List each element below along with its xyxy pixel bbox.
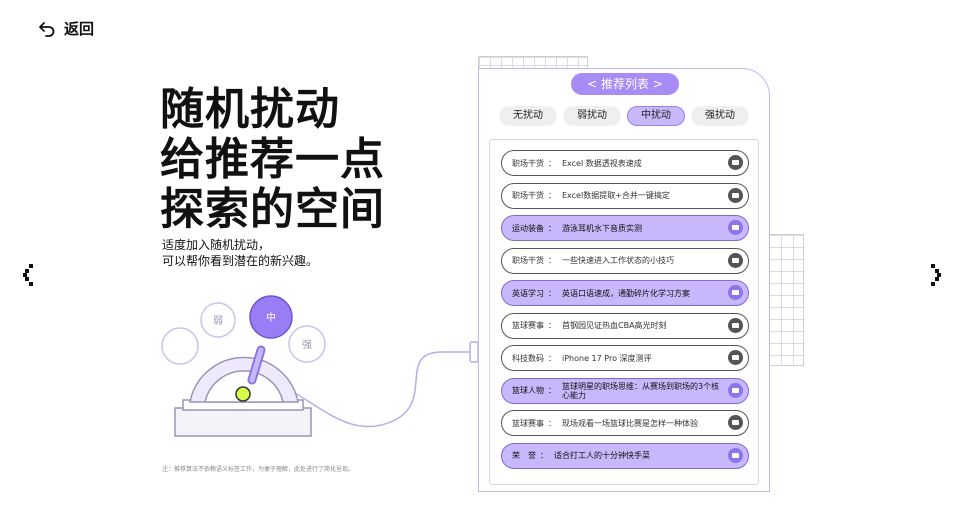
footnote: 注：推荐算法不依赖语义标签工作，为便于理解，此处进行了简化呈现。 bbox=[162, 466, 355, 473]
item-separator: ： bbox=[548, 288, 556, 298]
video-icon bbox=[728, 252, 743, 268]
item-title: Excel数据提取+合并一键搞定 bbox=[562, 191, 670, 200]
item-title: Excel 数据透视表速成 bbox=[562, 158, 642, 168]
item-separator: ： bbox=[548, 223, 556, 233]
item-category: 篮球赛事 bbox=[512, 418, 544, 428]
basketball-icon bbox=[728, 415, 743, 430]
back-button[interactable]: 返回 bbox=[38, 18, 94, 39]
list-item[interactable]: 职场干货 ： 一些快速进入工作状态的小技巧 bbox=[501, 247, 749, 274]
subtitle: 适度加入随机扰动， 可以帮你看到潜在的新兴趣。 bbox=[162, 237, 318, 269]
item-title: iPhone 17 Pro 深度测评 bbox=[562, 353, 652, 363]
item-separator: ： bbox=[548, 321, 556, 330]
item-title: 首钢园见证热血CBA高光时刻 bbox=[562, 321, 667, 330]
recommendation-list: 职场干货： Excel 数据透视表速成 职场干货： Excel数据提取+合并一键搞定运… bbox=[489, 139, 759, 485]
headline-line-2: 给推荐一点 bbox=[160, 134, 385, 185]
next-arrow-icon[interactable] bbox=[926, 262, 942, 288]
item-category: 科技数码 bbox=[512, 353, 544, 363]
item-separator: ： bbox=[548, 353, 556, 363]
tab-medium[interactable]: 中扰动 bbox=[627, 106, 685, 126]
subtitle-line-1: 适度加入随机扰动， bbox=[162, 238, 271, 252]
video-icon bbox=[728, 155, 743, 170]
chef-hat-icon bbox=[728, 447, 743, 463]
strong-label: 强 bbox=[302, 339, 312, 351]
item-category: 职场干货 bbox=[512, 191, 544, 200]
item-category: 篮球赛事 bbox=[512, 321, 544, 330]
item-title: 英语口语速成，通勤碎片化学习方案 bbox=[562, 288, 690, 298]
list-item[interactable]: 篮球赛事 ： 首钢园见证热血CBA高光时刻 bbox=[501, 312, 749, 339]
gear-icon bbox=[728, 382, 743, 398]
item-category: 职场干货 bbox=[512, 256, 544, 265]
list-item[interactable]: 篮球人物 ： 篮球明星的职场思维：从赛场到职场的3个核心能力 bbox=[501, 377, 749, 404]
item-title: 现场观看一场篮球比赛是怎样一种体验 bbox=[562, 418, 698, 428]
video-icon bbox=[728, 187, 743, 203]
item-title: 游泳耳机水下音质实测 bbox=[562, 223, 642, 233]
item-separator: ： bbox=[548, 256, 556, 265]
item-title: 适合打工人的十分钟快手菜 bbox=[554, 451, 650, 460]
list-item[interactable]: 职场干货 ： Excel 数据透视表速成 bbox=[501, 150, 749, 176]
item-category: 职场干货 bbox=[512, 158, 544, 168]
panel-title: < 推荐列表 > bbox=[571, 73, 679, 95]
list-item[interactable]: 科技数码 ： iPhone 17 Pro 深度测评 bbox=[501, 345, 749, 371]
item-category: 英语学习 bbox=[512, 288, 544, 298]
item-separator: ： bbox=[548, 191, 556, 200]
item-category: 篮球人物 bbox=[512, 386, 544, 395]
item-separator: ： bbox=[548, 386, 556, 395]
phone-icon bbox=[728, 350, 743, 365]
list-item[interactable]: 职场干货 ： Excel数据提取+合并一键搞定 bbox=[501, 182, 749, 209]
item-separator: ： bbox=[548, 158, 556, 168]
basketball-icon bbox=[728, 317, 743, 333]
item-title: 篮球明星的职场思维：从赛场到职场的3个核心能力 bbox=[562, 381, 720, 400]
weak-label: 弱 bbox=[213, 315, 223, 327]
subtitle-line-2: 可以帮你看到潜在的新兴趣。 bbox=[162, 254, 319, 268]
perturbation-dial-illustration: 弱 强 中 bbox=[161, 295, 479, 437]
previous-arrow-icon[interactable] bbox=[22, 262, 38, 288]
list-item[interactable]: 篮球赛事 ： 现场观看一场篮球比赛是怎样一种体验 bbox=[501, 410, 749, 436]
headline-line-3: 探索的空间 bbox=[160, 184, 385, 235]
recommendation-panel: < 推荐列表 > 无扰动 弱扰动 中扰动 强扰动 职场干货 ： Excel 数据透视… bbox=[478, 68, 770, 492]
item-category: 运动装备 bbox=[512, 223, 544, 233]
list-item[interactable]: 荣 誉 ： 适合打工人的十分钟快手菜 bbox=[501, 442, 749, 469]
item-title: 一些快速进入工作状态的小技巧 bbox=[562, 256, 674, 265]
undo-arrow-icon bbox=[39, 21, 55, 37]
tab-weak[interactable]: 弱扰动 bbox=[563, 106, 621, 126]
item-separator: ： bbox=[540, 451, 548, 460]
list-item[interactable]: 运动装备 ： 游泳耳机水下音质实测 bbox=[501, 215, 749, 241]
headline-line-1: 随机扰动 bbox=[160, 84, 340, 135]
mid-label: 中 bbox=[266, 311, 276, 324]
note-icon bbox=[728, 285, 743, 300]
headphones-icon bbox=[728, 220, 743, 235]
decorative-grid bbox=[768, 234, 804, 366]
item-separator: ： bbox=[548, 418, 556, 428]
tab-strong[interactable]: 强扰动 bbox=[691, 106, 749, 126]
headline: 随机扰动 给推荐一点 探索的空间 bbox=[160, 85, 385, 235]
back-label: 返回 bbox=[64, 20, 95, 38]
list-item[interactable]: 英语学习 ： 英语口语速成，通勤碎片化学习方案 bbox=[501, 280, 749, 306]
item-category: 荣 誉 bbox=[512, 451, 536, 460]
tab-none[interactable]: 无扰动 bbox=[499, 106, 557, 126]
perturbation-tabs: 无扰动 弱扰动 中扰动 强扰动 bbox=[499, 106, 749, 126]
